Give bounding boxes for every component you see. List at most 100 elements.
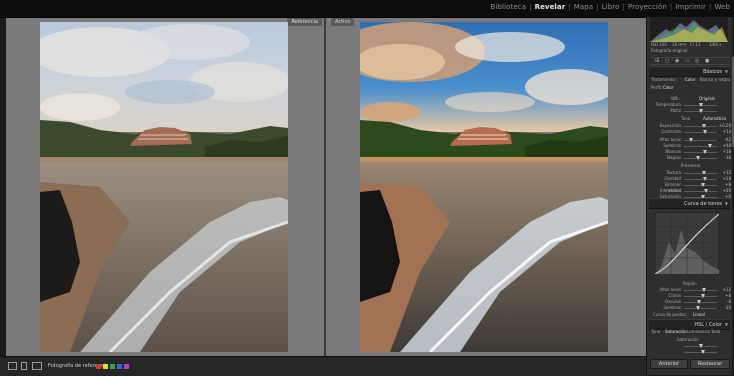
slider-knob[interactable] — [699, 344, 703, 348]
profile-label: Perfil : — [651, 85, 664, 90]
slider-track[interactable] — [684, 173, 717, 174]
slider-track[interactable] — [684, 146, 717, 147]
slider-track[interactable] — [684, 158, 717, 159]
slider-value[interactable]: +14 — [723, 129, 731, 135]
color-label-blue-icon[interactable] — [117, 364, 122, 369]
module-proyeccion[interactable]: Proyección — [628, 3, 667, 11]
active-pane[interactable]: Activo — [326, 18, 646, 356]
reset-button[interactable]: Restaurar — [690, 359, 730, 369]
split-view-icon[interactable] — [21, 362, 27, 370]
tone-curve-graph[interactable] — [655, 212, 719, 274]
slider-track[interactable] — [684, 308, 717, 309]
module-picker: Biblioteca | Revelar | Mapa | Libro | Proyección… — [491, 3, 730, 11]
collapse-triangle-icon[interactable]: ▼ — [725, 322, 728, 327]
slider-knob[interactable] — [699, 103, 703, 107]
slider-knob[interactable] — [704, 189, 708, 193]
wb-select[interactable]: Original — [699, 96, 715, 101]
radial-filter-icon[interactable]: ◎ — [695, 58, 699, 64]
hsl-tab-luminancia[interactable]: Luminancia — [687, 329, 710, 334]
slider-matiz[interactable]: Matiz — [651, 108, 731, 114]
reference-label: Referencia — [287, 18, 322, 26]
slider-knob[interactable] — [701, 183, 705, 187]
slider-knob[interactable] — [703, 130, 707, 134]
slider-track[interactable] — [684, 179, 717, 180]
collapse-triangle-icon[interactable]: ▼ — [725, 69, 728, 74]
curve-slider-sombras[interactable]: Sombras -10 — [651, 305, 731, 311]
module-libro[interactable]: Libro — [602, 3, 620, 11]
crop-tool-icon[interactable]: ⊞ — [655, 58, 659, 64]
loupe-view-icon[interactable] — [8, 362, 17, 370]
graduated-filter-icon[interactable]: ▭ — [685, 58, 690, 64]
slider-knob[interactable] — [701, 294, 705, 298]
reference-view-icon[interactable] — [32, 362, 42, 370]
module-separator: | — [669, 3, 673, 11]
hsl-tab-saturacion[interactable]: Saturación — [665, 329, 686, 334]
slider-knob[interactable] — [701, 350, 705, 354]
basic-panel-header[interactable]: Básicos ▼ — [649, 66, 730, 77]
color-label-purple-icon[interactable] — [124, 364, 129, 369]
exif-shutter: 1/80 s — [709, 42, 722, 47]
slider-knob[interactable] — [697, 300, 701, 304]
wb-label: WB : — [671, 96, 681, 101]
profile-select[interactable]: Color — [663, 85, 673, 90]
reference-pane[interactable]: Referencia — [6, 18, 324, 356]
slider-label: Contraste — [661, 129, 681, 134]
slider-value[interactable]: -16 — [724, 155, 731, 161]
slider-value[interactable]: -10 — [724, 305, 731, 311]
module-revelar[interactable]: Revelar — [535, 3, 566, 11]
module-web[interactable]: Web — [714, 3, 730, 11]
slider-knob[interactable] — [696, 306, 700, 310]
slider-knob[interactable] — [696, 156, 700, 160]
hsl-saturation-label: Saturación — [677, 337, 699, 342]
module-separator: | — [622, 3, 625, 11]
reference-view-stage: Referencia Activo — [6, 18, 646, 356]
slider-knob[interactable] — [703, 177, 707, 181]
color-label-red-icon[interactable] — [96, 364, 101, 369]
module-separator: | — [529, 3, 532, 11]
slider-track[interactable] — [684, 191, 717, 192]
slider-knob[interactable] — [708, 144, 712, 148]
slider-knob[interactable] — [702, 288, 706, 292]
point-curve-select[interactable]: Lineal — [693, 312, 705, 317]
exif-aperture: f / 11 — [690, 42, 701, 47]
slider-negros[interactable]: Negros -16 — [651, 155, 731, 161]
active-photo[interactable] — [360, 22, 608, 352]
slider-knob[interactable] — [702, 171, 706, 175]
spot-removal-icon[interactable]: ○ — [665, 58, 669, 64]
slider-contraste[interactable]: Contraste +14 — [651, 129, 731, 135]
previous-button[interactable]: Anterior — [650, 359, 688, 369]
bottom-toolbar: Fotografía de referencia : — [0, 356, 646, 376]
slider-label: Negros — [666, 155, 681, 160]
brush-icon[interactable]: ● — [705, 58, 709, 64]
slider-knob[interactable] — [689, 138, 693, 142]
treatment-bw[interactable]: Blanco y negro — [700, 77, 730, 82]
module-biblioteca[interactable]: Biblioteca — [491, 3, 527, 11]
slider-knob[interactable] — [703, 150, 707, 154]
collapse-triangle-icon[interactable]: ▼ — [725, 201, 728, 206]
slider-label: Sombras — [663, 305, 681, 310]
color-label-yellow-icon[interactable] — [103, 364, 108, 369]
slider-track[interactable] — [684, 126, 717, 127]
tone-curve-header[interactable]: Curva de tonos ▼ — [649, 198, 730, 209]
slider-knob[interactable] — [699, 109, 703, 113]
slider-track[interactable] — [684, 290, 717, 291]
slider-knob[interactable] — [702, 124, 706, 128]
basic-panel-title: Básicos — [703, 69, 722, 75]
slider-track[interactable] — [684, 132, 717, 133]
original-photo-toggle[interactable]: Fotografía original — [651, 48, 687, 53]
color-label-green-icon[interactable] — [110, 364, 115, 369]
histogram[interactable] — [650, 17, 728, 42]
module-separator: | — [596, 3, 599, 11]
treatment-color[interactable]: Color — [685, 77, 695, 82]
slider-track[interactable] — [684, 152, 717, 153]
tone-auto-button[interactable]: Automático — [703, 116, 726, 121]
reference-photo[interactable] — [40, 22, 288, 352]
hsl-panel-title: HSL / Color — [694, 322, 722, 328]
hsl-tab-tono[interactable]: Tono — [651, 329, 660, 334]
region-label: Región — [683, 281, 697, 286]
hsl-slider-2[interactable] — [651, 349, 731, 355]
module-mapa[interactable]: Mapa — [574, 3, 593, 11]
module-imprimir[interactable]: Imprimir — [675, 3, 706, 11]
red-eye-icon[interactable]: ◉ — [675, 58, 679, 64]
hsl-tab-todo[interactable]: Todo — [711, 329, 720, 334]
